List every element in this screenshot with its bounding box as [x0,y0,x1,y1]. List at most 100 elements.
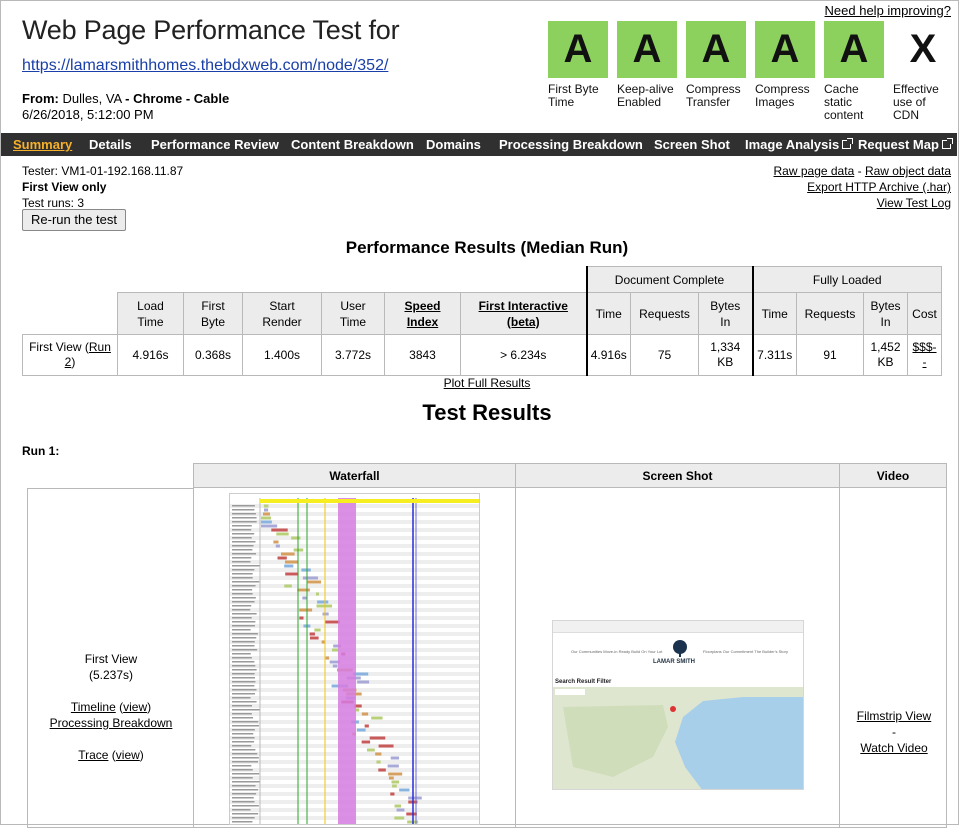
waterfall-request-bar [392,784,397,788]
waterfall-request-bar [291,536,301,540]
raw-data-links: Raw page data - Raw object data Export H… [774,163,951,211]
plot-full-results-link[interactable]: Plot Full Results [0,376,959,390]
waterfall-row-label [232,513,256,515]
grade-compress-images[interactable]: A Compress Images [755,21,815,109]
waterfall-request-bar [325,656,330,660]
tested-url-link[interactable]: https://lamarsmithhomes.thebdxweb.com/no… [22,57,388,75]
waterfall-request-bar [316,604,333,608]
raw-page-data-link[interactable]: Raw page data [774,164,855,178]
cost-link[interactable]: $$$- [912,340,936,354]
video-links: Filmstrip View - Watch Video [840,708,948,756]
grade-value: A [617,21,677,78]
waterfall-row-label [232,533,255,535]
waterfall-request-bar [262,512,270,516]
col-speed-index[interactable]: Speed Index [384,292,461,335]
connection: Cable [193,91,230,106]
waterfall-graphic [230,494,479,824]
waterfall-request-bar [399,788,410,792]
waterfall-request-bar [277,556,287,560]
col-cost: Cost [907,292,942,335]
waterfall-row-label [232,781,260,783]
col-full-bytes: Bytes In [863,292,908,335]
waterfall-row-label [232,641,255,643]
waterfall-request-bar [396,808,405,812]
nav-summary[interactable]: Summary [13,133,72,156]
bytes-value: 1,452 [870,340,901,354]
waterfall-row-label [232,769,253,771]
waterfall-row-label [232,705,253,707]
waterfall-request-bar [378,768,386,772]
nav-image-analysis-label: Image Analysis [745,137,840,152]
waterfall-row-label [232,745,252,747]
nav-performance-review[interactable]: Performance Review [151,133,279,156]
waterfall-request-bar [394,816,405,820]
grade-first-byte[interactable]: A First Byte Time [548,21,608,109]
grade-value: A [824,21,884,78]
grade-keep-alive[interactable]: A Keep-alive Enabled [617,21,677,109]
timeline-view-link[interactable]: view [123,700,147,714]
processing-breakdown-link[interactable]: Processing Breakdown [50,716,173,730]
col-waterfall: Waterfall [193,463,516,488]
sep: - [185,91,191,106]
grade-label: use of CDN [893,95,926,122]
grade-compress-transfer[interactable]: A Compress Transfer [686,21,746,109]
raw-object-data-link[interactable]: Raw object data [865,164,951,178]
waterfall-row-label [232,525,252,527]
screenshot-brand: LAMAR SMITH [653,659,695,665]
waterfall-row-label [232,601,255,603]
cell-cost[interactable]: $$$- - [907,334,942,376]
waterfall-request-bar [321,640,325,644]
nav-processing-breakdown[interactable]: Processing Breakdown [499,133,643,156]
trace-view-link[interactable]: view [116,748,140,762]
grade-cache-static[interactable]: A Cache static content [824,21,884,122]
nav-details[interactable]: Details [89,133,132,156]
waterfall-request-bar [281,552,295,556]
help-improving-link[interactable]: Need help improving? [825,3,951,18]
external-link-icon [842,138,854,149]
waterfall-row-label [232,689,257,691]
waterfall-row-label [232,545,254,547]
first-interactive-link[interactable]: First Interactive [479,299,568,313]
location: Dulles, VA [62,91,122,106]
nav-request-map[interactable]: Request Map [858,133,953,156]
waterfall-image[interactable] [229,493,480,825]
grade-cdn[interactable]: X Effective use of CDN [893,21,953,122]
speed-index-link[interactable]: Index [407,315,438,329]
screenshot-image[interactable]: Our Communities Move-in Ready Build On Y… [552,620,804,790]
trace-link[interactable]: Trace [78,748,108,762]
waterfall-request-bar [309,632,315,636]
col-label: In [720,314,731,329]
view-test-log-link[interactable]: View Test Log [877,196,951,210]
nav-domains[interactable]: Domains [426,133,481,156]
col-label: Load [137,298,164,313]
speed-index-link[interactable]: Speed [404,299,440,313]
cost-link[interactable]: - [923,355,927,369]
first-interactive-link[interactable]: (beta) [507,315,540,329]
waterfall-request-bar [302,576,318,580]
rerun-button[interactable]: Re-run the test [22,209,126,231]
run-link[interactable]: Run [89,340,111,354]
waterfall-row-label [232,733,254,735]
export-har-link[interactable]: Export HTTP Archive (.har) [807,180,951,194]
bytes-value: 1,334 [710,340,741,354]
col-first-interactive[interactable]: First Interactive (beta) [460,292,587,335]
waterfall-row-label [232,813,259,815]
waterfall-row-label [232,673,255,675]
browser: Chrome [133,91,183,106]
nav-content-breakdown[interactable]: Content Breakdown [291,133,414,156]
nav-image-analysis[interactable]: Image Analysis [745,133,854,156]
grade-label: Compress [755,82,810,96]
waterfall-row-label [232,785,256,787]
watch-video-link[interactable]: Watch Video [860,741,927,755]
timeline-link[interactable]: Timeline [71,700,116,714]
from-label: From: [22,91,59,106]
nav-request-map-label: Request Map [858,137,939,152]
nav-screen-shot[interactable]: Screen Shot [654,133,730,156]
waterfall-row-label [232,557,252,559]
col-doc-time: Time [585,292,631,335]
waterfall-request-bar [263,504,269,508]
waterfall-request-bar [357,680,370,684]
sep: - [892,725,896,739]
first-view-only: First View only [22,180,107,194]
filmstrip-view-link[interactable]: Filmstrip View [857,709,931,723]
